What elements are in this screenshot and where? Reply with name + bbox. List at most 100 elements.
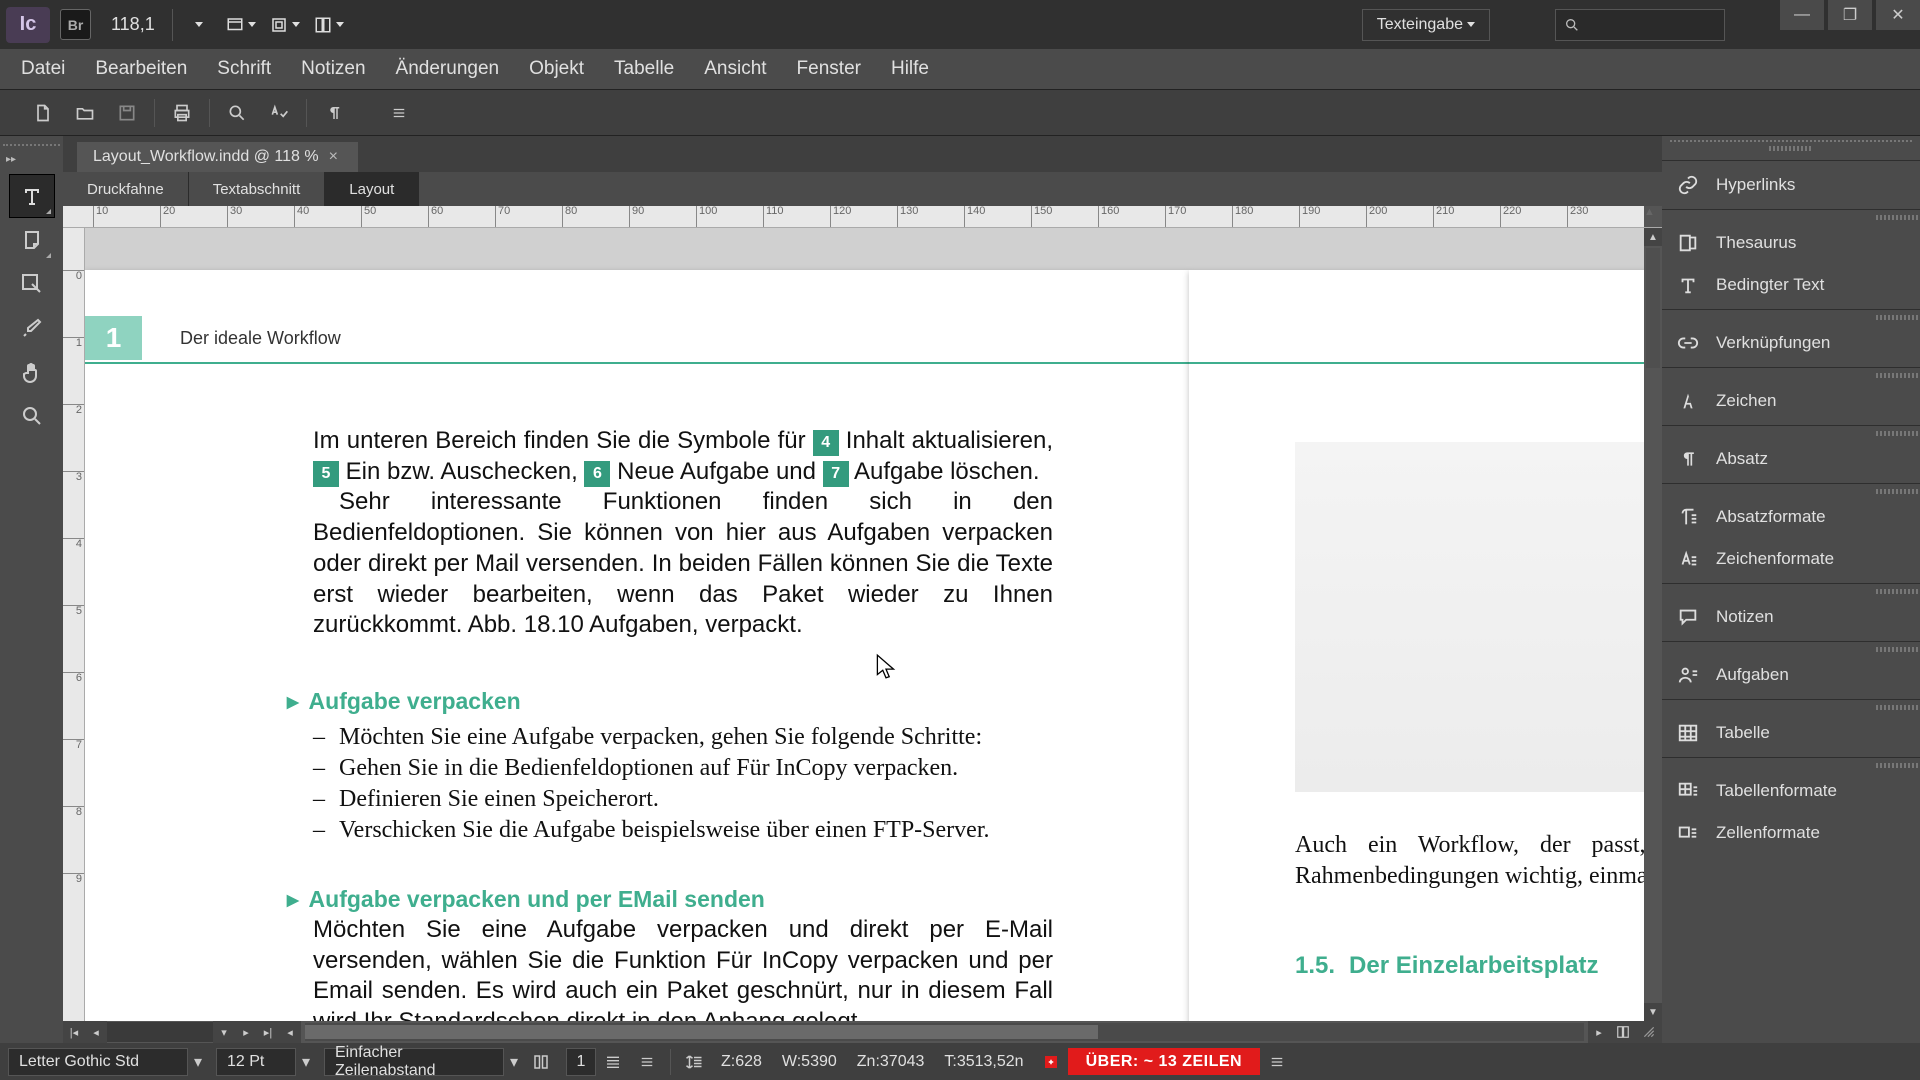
dock-grip[interactable] <box>1876 215 1920 220</box>
scroll-left-icon[interactable]: ◂ <box>279 1021 301 1043</box>
page-dropdown[interactable]: ▾ <box>213 1021 235 1043</box>
menu-tabelle[interactable]: Tabelle <box>599 49 689 89</box>
panel-links[interactable]: Verknüpfungen <box>1662 322 1920 364</box>
menu-ansicht[interactable]: Ansicht <box>689 49 781 89</box>
window-close[interactable]: ✕ <box>1876 0 1920 30</box>
panel-notes[interactable]: Notizen <box>1662 596 1920 638</box>
eyedropper-tool[interactable] <box>9 306 55 350</box>
find-icon[interactable] <box>216 95 258 131</box>
size-field[interactable]: 12 Pt <box>216 1048 296 1076</box>
panel-table[interactable]: Tabelle <box>1662 712 1920 754</box>
leading-dropdown[interactable]: ▾ <box>504 1052 524 1072</box>
prev-page-button[interactable]: ◂ <box>85 1021 107 1043</box>
ruler-vertical[interactable]: 0123456789 <box>63 228 85 1021</box>
menu-hilfe[interactable]: Hilfe <box>876 49 944 89</box>
canvas[interactable]: 1 Der ideale Workflow Im unteren Bereich… <box>85 228 1662 1021</box>
text-frame-left[interactable]: Im unteren Bereich finden Sie die Symbol… <box>313 426 1053 1021</box>
panel-conditional-text[interactable]: Bedingter Text <box>1662 264 1920 306</box>
view-tab-layout[interactable]: Layout <box>325 172 419 206</box>
page-field[interactable] <box>107 1022 213 1042</box>
note-tool[interactable] <box>9 218 55 262</box>
ruler-scroll-up[interactable]: ▲ <box>1644 206 1662 228</box>
text-frame-right[interactable]: Auch ein Workflow, der passt, kann einfa… <box>1295 830 1662 891</box>
scroll-thumb[interactable] <box>305 1025 1098 1039</box>
menu-datei[interactable]: Datei <box>6 49 80 89</box>
next-page-button[interactable]: ▸ <box>235 1021 257 1043</box>
view-tab-galley[interactable]: Druckfahne <box>63 172 189 206</box>
zoom-tool[interactable] <box>9 394 55 438</box>
panel-cell-styles[interactable]: Zellenformate <box>1662 812 1920 854</box>
columns-value[interactable]: 1 <box>566 1048 596 1076</box>
font-field[interactable]: Letter Gothic Std <box>8 1048 188 1076</box>
spellcheck-icon[interactable] <box>258 95 300 131</box>
menu-notizen[interactable]: Notizen <box>286 49 380 89</box>
workspace-switcher[interactable]: Texteingabe <box>1362 9 1490 41</box>
toolbar-menu-icon[interactable] <box>378 95 420 131</box>
print-icon[interactable] <box>161 95 203 131</box>
position-tool[interactable] <box>9 262 55 306</box>
screen-mode[interactable] <box>309 9 349 41</box>
dock-grip[interactable] <box>1876 589 1920 594</box>
menu-schrift[interactable]: Schrift <box>202 49 286 89</box>
dock-grip[interactable] <box>1876 489 1920 494</box>
window-maximize[interactable]: ❐ <box>1828 0 1872 30</box>
menu-fenster[interactable]: Fenster <box>782 49 876 89</box>
first-page-button[interactable]: |◂ <box>63 1021 85 1043</box>
open-icon[interactable] <box>64 95 106 131</box>
view-tab-story[interactable]: Textabschnitt <box>189 172 326 206</box>
ruler-horizontal[interactable]: ▲ 10203040506070809010011012013014015016… <box>63 206 1662 228</box>
panel-table-styles[interactable]: Tabellenformate <box>1662 770 1920 812</box>
window-minimize[interactable]: — <box>1780 0 1824 30</box>
dock-grip[interactable] <box>1876 705 1920 710</box>
zoom-field[interactable]: 118,1 <box>103 9 173 41</box>
scroll-down-icon[interactable]: ▼ <box>1644 1003 1662 1021</box>
menu-bearbeiten[interactable]: Bearbeiten <box>80 49 202 89</box>
dock-grip[interactable] <box>1769 146 1813 151</box>
type-tool[interactable] <box>9 174 55 218</box>
font-dropdown[interactable]: ▾ <box>188 1052 208 1072</box>
dock-grip[interactable] <box>1876 431 1920 436</box>
stat-t: T:3513,52n <box>934 1053 1033 1071</box>
pilcrow-icon[interactable] <box>313 95 355 131</box>
scrollbar-vertical[interactable]: ▲ ▼ <box>1644 228 1662 1021</box>
scrollbar-horizontal[interactable] <box>305 1023 1584 1041</box>
panel-hyperlinks[interactable]: Hyperlinks <box>1662 164 1920 206</box>
dock-grip[interactable] <box>1876 373 1920 378</box>
zoom-dropdown[interactable] <box>177 9 217 41</box>
scroll-up-icon[interactable]: ▲ <box>1644 228 1662 246</box>
panel-character[interactable]: Zeichen <box>1662 380 1920 422</box>
align-justify-icon[interactable] <box>596 1048 630 1076</box>
leading-field[interactable]: Einfacher Zeilenabstand <box>324 1048 504 1076</box>
panel-paragraph[interactable]: Absatz <box>1662 438 1920 480</box>
scroll-right-icon[interactable]: ▸ <box>1588 1021 1610 1043</box>
scroll-thumb[interactable] <box>1646 248 1660 368</box>
menu-objekt[interactable]: Objekt <box>514 49 599 89</box>
panel-assignments[interactable]: Aufgaben <box>1662 654 1920 696</box>
view-options-1[interactable] <box>221 9 261 41</box>
hamburger-icon[interactable] <box>630 1048 664 1076</box>
dock-grip[interactable] <box>1876 763 1920 768</box>
toolstrip-collapse[interactable]: ▸▸ <box>6 154 16 165</box>
size-dropdown[interactable]: ▾ <box>296 1052 316 1072</box>
dock-grip[interactable] <box>1876 647 1920 652</box>
bridge-button[interactable]: Br <box>60 9 91 40</box>
panel-character-styles[interactable]: Zeichenformate <box>1662 538 1920 580</box>
hand-tool[interactable] <box>9 350 55 394</box>
split-view-icon[interactable] <box>1610 1021 1636 1043</box>
search-field[interactable] <box>1555 9 1725 41</box>
new-doc-icon[interactable] <box>22 95 64 131</box>
resize-grip-icon[interactable] <box>1636 1021 1662 1043</box>
menu-aenderungen[interactable]: Änderungen <box>381 49 515 89</box>
dock-grip[interactable] <box>1876 315 1920 320</box>
close-tab-icon[interactable]: × <box>329 148 338 166</box>
view-options-2[interactable] <box>265 9 305 41</box>
overset-icon[interactable] <box>1034 1048 1068 1076</box>
copyfit-icon[interactable] <box>677 1048 711 1076</box>
save-icon[interactable] <box>106 95 148 131</box>
panel-thesaurus[interactable]: Thesaurus <box>1662 222 1920 264</box>
columns-icon[interactable] <box>524 1048 558 1076</box>
status-menu-icon[interactable] <box>1260 1048 1294 1076</box>
document-tab[interactable]: Layout_Workflow.indd @ 118 % × <box>77 142 358 172</box>
last-page-button[interactable]: ▸| <box>257 1021 279 1043</box>
panel-paragraph-styles[interactable]: Absatzformate <box>1662 496 1920 538</box>
